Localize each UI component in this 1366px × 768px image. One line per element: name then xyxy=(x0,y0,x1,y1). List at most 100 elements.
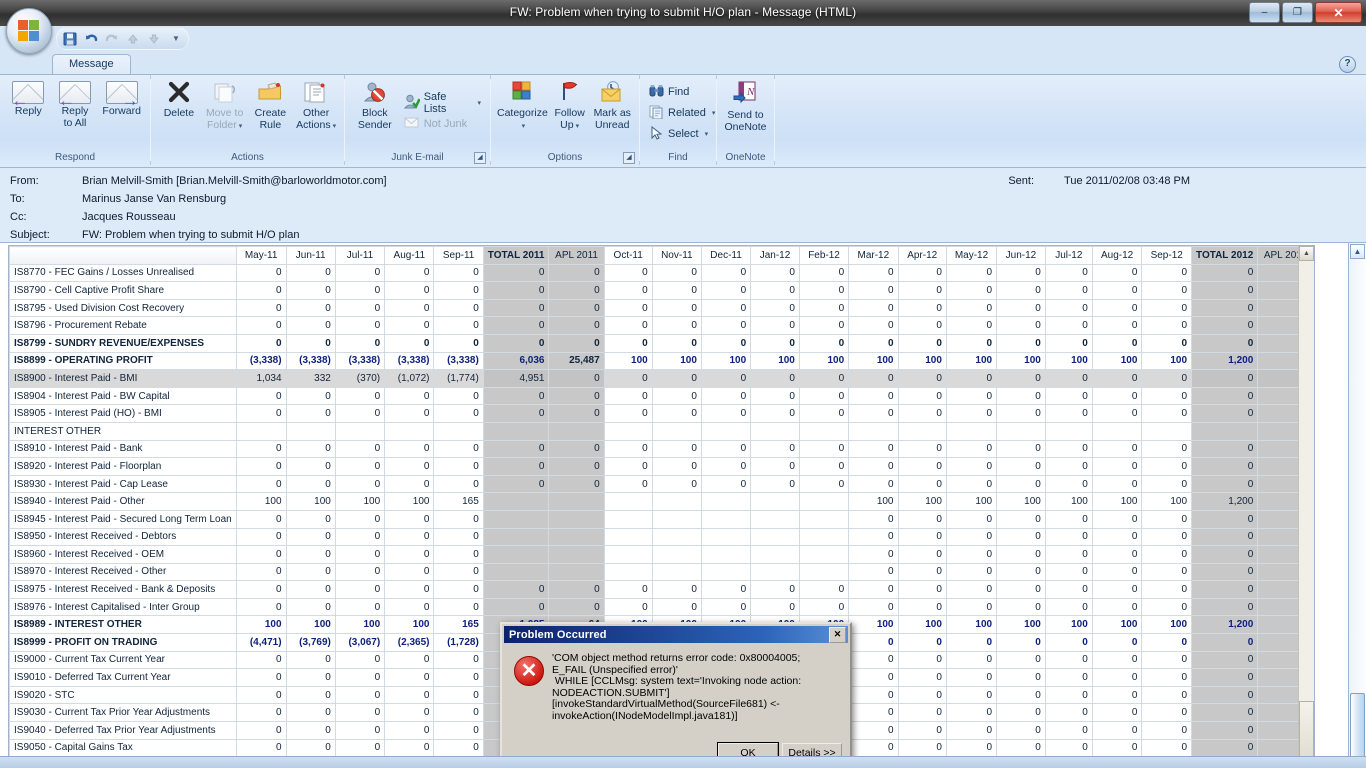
table-cell[interactable]: 0 xyxy=(1141,439,1193,459)
table-cell[interactable]: 0 xyxy=(1141,281,1193,300)
table-cell[interactable]: 0 xyxy=(798,386,850,406)
table-cell[interactable] xyxy=(651,545,702,564)
table-cell[interactable] xyxy=(897,421,947,441)
table-row[interactable]: IS8770 - FEC Gains / Losses Unrealised 0 0… xyxy=(9,263,1314,283)
table-cell[interactable]: 0 xyxy=(482,457,550,476)
table-cell[interactable] xyxy=(700,562,752,582)
table-cell[interactable] xyxy=(603,562,653,582)
table-cell[interactable]: 0 xyxy=(285,668,336,687)
table-cell[interactable]: 0 xyxy=(1191,509,1259,529)
table-cell[interactable]: 0 xyxy=(285,333,336,353)
table-cell[interactable]: 0 xyxy=(945,457,998,476)
table-cell[interactable]: 165 xyxy=(433,492,484,511)
table-cell[interactable]: 0 xyxy=(1091,650,1143,670)
table-cell[interactable]: 0 xyxy=(897,562,947,582)
table-cell[interactable]: 0 xyxy=(334,281,386,300)
table-cell[interactable]: 0 xyxy=(285,738,336,758)
table-cell[interactable]: 0 xyxy=(1044,457,1093,476)
table-cell[interactable]: 0 xyxy=(235,703,287,723)
table-cell[interactable]: 0 xyxy=(334,474,386,494)
table-cell[interactable]: 0 xyxy=(603,333,653,353)
table-row[interactable]: IS8970 - Interest Received - Other 0 0 0 0 0 0… xyxy=(9,562,1314,582)
table-cell[interactable]: 100 xyxy=(285,492,336,511)
table-cell[interactable]: 0 xyxy=(996,386,1046,406)
table-cell[interactable]: 100 xyxy=(1091,492,1143,511)
table-row[interactable]: IS8795 - Used Division Cost Recovery 0 0 0 0… xyxy=(9,298,1314,318)
table-cell[interactable]: 0 xyxy=(996,703,1046,723)
table-cell[interactable]: 100 xyxy=(603,351,653,371)
table-cell[interactable]: 0 xyxy=(1191,650,1259,670)
table-cell[interactable]: 0 xyxy=(1191,333,1259,353)
table-cell[interactable]: 100 xyxy=(945,492,998,511)
table-cell[interactable]: 0 xyxy=(482,386,550,406)
office-button[interactable] xyxy=(6,8,52,54)
table-cell[interactable] xyxy=(996,421,1046,441)
table-cell[interactable]: 0 xyxy=(285,527,336,547)
table-cell[interactable]: 0 xyxy=(285,597,336,617)
table-cell[interactable]: 0 xyxy=(433,721,484,740)
table-cell[interactable]: 0 xyxy=(285,545,336,564)
table-cell[interactable]: 0 xyxy=(897,439,947,459)
table-cell[interactable]: 0 xyxy=(285,474,336,494)
table-cell[interactable]: 0 xyxy=(1091,333,1143,353)
table-cell[interactable]: 0 xyxy=(384,703,435,723)
table-cell[interactable]: 0 xyxy=(433,281,484,300)
table-cell[interactable]: 0 xyxy=(334,298,386,318)
table-cell[interactable]: 0 xyxy=(1091,738,1143,758)
table-cell[interactable]: 0 xyxy=(1191,316,1259,335)
table-cell[interactable]: 100 xyxy=(848,492,899,511)
table-cell[interactable]: 100 xyxy=(1141,492,1193,511)
table-cell[interactable]: 0 xyxy=(334,562,386,582)
table-cell[interactable]: 0 xyxy=(384,281,435,300)
table-cell[interactable] xyxy=(651,527,702,547)
table-cell[interactable]: 0 xyxy=(285,404,336,423)
table-cell[interactable]: 0 xyxy=(651,333,702,353)
table-cell[interactable]: 0 xyxy=(700,597,752,617)
sheet-vertical-scrollbar[interactable]: ▲ xyxy=(1298,246,1314,768)
table-cell[interactable]: 0 xyxy=(1044,263,1093,283)
table-cell[interactable]: 0 xyxy=(285,703,336,723)
table-cell[interactable]: 0 xyxy=(897,333,947,353)
table-cell[interactable]: 0 xyxy=(945,386,998,406)
table-cell[interactable]: 0 xyxy=(482,263,550,283)
table-cell[interactable]: 0 xyxy=(285,580,336,599)
table-cell[interactable]: 0 xyxy=(897,721,947,740)
table-cell[interactable] xyxy=(603,421,653,441)
table-cell[interactable]: 0 xyxy=(384,386,435,406)
column-header[interactable]: TOTAL 2012 xyxy=(1191,246,1259,265)
table-cell[interactable]: 0 xyxy=(548,386,605,406)
table-cell[interactable]: 0 xyxy=(651,457,702,476)
table-cell[interactable]: 100 xyxy=(1141,351,1193,371)
table-cell[interactable]: 0 xyxy=(603,281,653,300)
table-cell[interactable]: (1,072) xyxy=(384,369,435,388)
table-cell[interactable]: 0 xyxy=(235,721,287,740)
table-cell[interactable]: 0 xyxy=(603,298,653,318)
table-cell[interactable]: 0 xyxy=(848,597,899,617)
table-cell[interactable]: 0 xyxy=(1191,721,1259,740)
table-cell[interactable]: 0 xyxy=(285,650,336,670)
table-row[interactable]: IS8930 - Interest Paid - Cap Lease 0 0 0 0 0 0… xyxy=(9,474,1314,494)
table-cell[interactable] xyxy=(548,492,605,511)
table-cell[interactable]: 0 xyxy=(548,369,605,388)
table-cell[interactable]: (3,067) xyxy=(334,633,386,652)
table-cell[interactable]: 0 xyxy=(235,474,287,494)
table-cell[interactable]: 0 xyxy=(603,263,653,283)
table-cell[interactable]: 0 xyxy=(945,633,998,652)
table-cell[interactable]: 0 xyxy=(433,580,484,599)
table-cell[interactable]: 0 xyxy=(1091,474,1143,494)
table-cell[interactable]: 0 xyxy=(945,721,998,740)
table-cell[interactable]: 0 xyxy=(384,597,435,617)
table-cell[interactable]: 0 xyxy=(433,545,484,564)
table-cell[interactable]: 0 xyxy=(798,597,850,617)
table-cell[interactable]: 0 xyxy=(334,721,386,740)
table-cell[interactable]: (3,338) xyxy=(285,351,336,371)
table-cell[interactable]: 100 xyxy=(1141,615,1193,635)
table-cell[interactable] xyxy=(235,421,287,441)
table-cell[interactable]: 0 xyxy=(1191,474,1259,494)
table-cell[interactable]: 0 xyxy=(1141,333,1193,353)
table-cell[interactable]: 0 xyxy=(1091,386,1143,406)
table-cell[interactable]: 4,951 xyxy=(482,369,550,388)
table-cell[interactable]: 0 xyxy=(235,457,287,476)
table-row[interactable]: IS8940 - Interest Paid - Other 100 100 100 1… xyxy=(9,492,1314,511)
other-actions-button[interactable]: Other Actions ▾ xyxy=(293,79,339,134)
